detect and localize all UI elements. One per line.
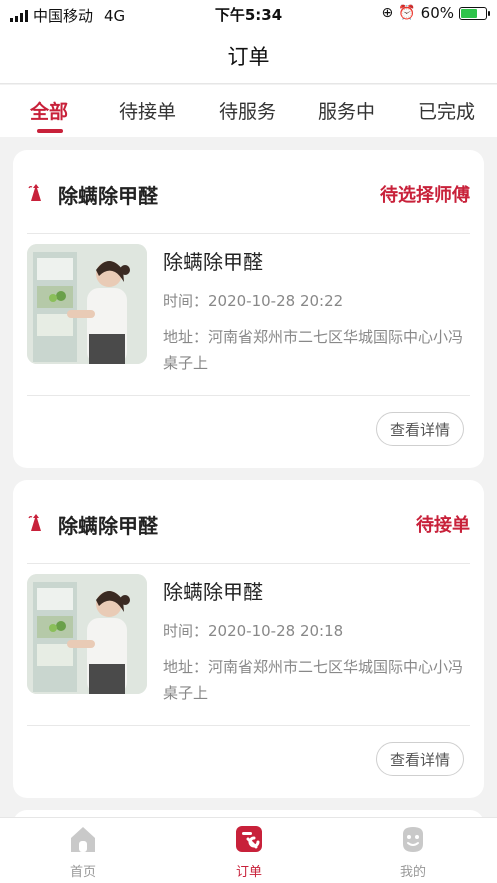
service-address: 地址：河南省郑州市二七区华城国际中心小冯桌子上 [163, 658, 464, 702]
order-card: 除螨除甲醛 待选择师傅 除螨除甲醛 时间：2020-10-28 20:22 地址… [13, 150, 484, 468]
status-bar: 中国移动 4G 下午5:34 ⊕ ⏰ 60% [0, 0, 497, 28]
order-tabs: 全部 待接单 待服务 服务中 已完成 [0, 85, 497, 137]
battery-percent: 60% [420, 4, 454, 22]
tab-pending-accept[interactable]: 待接单 [119, 97, 176, 124]
bottom-tab-home[interactable]: 首页 [53, 824, 113, 880]
order-card: 除螨除甲醛 待接单 除螨除甲醛 时间：2020-10-28 20:18 地址：河… [13, 480, 484, 798]
tab-completed[interactable]: 已完成 [418, 97, 475, 124]
order-title: 除螨除甲醛 [58, 514, 158, 538]
battery-icon [459, 6, 490, 20]
service-address: 地址：河南省郑州市二七区华城国际中心小冯桌子上 [163, 328, 464, 372]
profile-face-icon [403, 827, 423, 852]
order-card [13, 810, 484, 817]
bottom-tab-label: 首页 [69, 865, 96, 880]
page-title: 订单 [227, 44, 270, 69]
bottom-tab-profile[interactable]: 我的 [383, 824, 443, 880]
order-card-header: 除螨除甲醛 待接单 [13, 480, 484, 564]
service-photo [27, 574, 147, 694]
nav-bar: 订单 [0, 28, 497, 84]
tab-all[interactable]: 全部 [30, 97, 68, 124]
rotation-lock-icon: ⊕ [381, 5, 394, 21]
brand-logo-icon [28, 514, 41, 531]
active-tab-indicator [37, 129, 63, 133]
bottom-tab-bar: 首页 订单 我的 [0, 817, 497, 883]
alarm-icon: ⏰ [398, 5, 416, 21]
divider [27, 563, 470, 564]
divider [27, 725, 470, 726]
view-details-button[interactable]: 查看详情 [375, 412, 464, 446]
service-name: 除螨除甲醛 [163, 580, 263, 604]
service-photo [27, 244, 147, 364]
view-details-button[interactable]: 查看详情 [375, 742, 464, 776]
order-list[interactable]: 除螨除甲醛 待选择师傅 除螨除甲醛 时间：2020-10-28 20:22 地址… [0, 138, 497, 817]
order-title: 除螨除甲醛 [58, 184, 158, 208]
order-wrench-icon [236, 826, 262, 852]
brand-logo-icon [28, 184, 41, 201]
divider [27, 233, 470, 234]
home-icon [71, 827, 95, 852]
order-status: 待选择师傅 [380, 185, 470, 206]
bottom-tab-label: 我的 [399, 865, 426, 880]
service-time: 时间：2020-10-28 20:18 [163, 622, 344, 640]
order-card-header: 除螨除甲醛 待选择师傅 [13, 150, 484, 234]
tab-pending-service[interactable]: 待服务 [219, 97, 276, 124]
bottom-tab-orders[interactable]: 订单 [219, 824, 279, 880]
service-time: 时间：2020-10-28 20:22 [163, 292, 344, 310]
order-status: 待接单 [416, 515, 470, 536]
service-name: 除螨除甲醛 [163, 250, 263, 274]
divider [27, 395, 470, 396]
tab-in-service[interactable]: 服务中 [318, 97, 375, 124]
bottom-tab-label: 订单 [235, 865, 262, 880]
